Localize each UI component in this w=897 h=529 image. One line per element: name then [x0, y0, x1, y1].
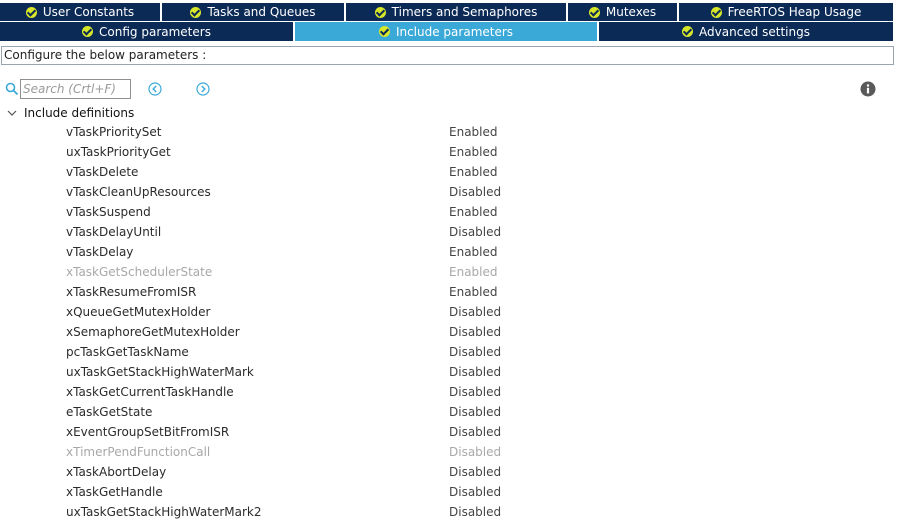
param-name: uxTaskGetStackHighWaterMark2 [66, 505, 262, 519]
param-row[interactable]: vTaskDelete Enabled [0, 163, 897, 183]
tab-mutexes[interactable]: Mutexes [568, 3, 677, 21]
tab-timers-and-semaphores[interactable]: Timers and Semaphores [346, 3, 566, 21]
param-row[interactable]: uxTaskPriorityGet Enabled [0, 143, 897, 163]
param-value[interactable]: Disabled [449, 425, 501, 439]
check-circle-icon [190, 6, 202, 18]
tab-tasks-and-queues[interactable]: Tasks and Queues [162, 3, 344, 21]
param-row[interactable]: xTimerPendFunctionCall Disabled [0, 443, 897, 463]
param-value[interactable]: Enabled [449, 265, 498, 279]
param-name: vTaskSuspend [66, 205, 151, 219]
param-name: xEventGroupSetBitFromISR [66, 425, 230, 439]
param-name: eTaskGetState [66, 405, 153, 419]
param-name: xQueueGetMutexHolder [66, 305, 211, 319]
tab-label: Include parameters [395, 24, 514, 39]
tab-config-parameters[interactable]: Config parameters [0, 22, 293, 41]
tab-include-parameters[interactable]: Include parameters [295, 22, 597, 41]
param-row[interactable]: xQueueGetMutexHolder Disabled [0, 303, 897, 323]
check-circle-icon [25, 6, 37, 18]
param-row[interactable]: xTaskResumeFromISR Enabled [0, 283, 897, 303]
param-value[interactable]: Disabled [449, 365, 501, 379]
param-value[interactable]: Enabled [449, 285, 498, 299]
tab-row-top: User Constants Tasks and Queues Timers and… [0, 3, 897, 21]
tab-row-bottom: Config parameters Include parameters Advan… [0, 22, 897, 41]
param-row[interactable]: vTaskDelay Enabled [0, 243, 897, 263]
param-row[interactable]: xSemaphoreGetMutexHolder Disabled [0, 323, 897, 343]
param-value[interactable]: Disabled [449, 305, 501, 319]
param-name: xTaskGetHandle [66, 485, 163, 499]
param-value[interactable]: Disabled [449, 225, 501, 239]
param-row[interactable]: eTaskGetState Disabled [0, 403, 897, 423]
chevron-down-icon[interactable] [6, 107, 18, 119]
param-value[interactable]: Disabled [449, 345, 501, 359]
param-row[interactable]: uxTaskGetStackHighWaterMark2 Disabled [0, 503, 897, 523]
param-value[interactable]: Disabled [449, 465, 501, 479]
param-value[interactable]: Enabled [449, 165, 498, 179]
param-value[interactable]: Disabled [449, 485, 501, 499]
param-name: vTaskDelete [66, 165, 139, 179]
check-circle-icon [82, 26, 94, 37]
circle-chevron-right-icon[interactable] [196, 82, 210, 96]
check-circle-icon [710, 6, 722, 18]
tab-user-constants[interactable]: User Constants [0, 3, 160, 21]
param-value[interactable]: Enabled [449, 205, 498, 219]
param-value[interactable]: Disabled [449, 445, 501, 459]
param-name: xTaskGetCurrentTaskHandle [66, 385, 234, 399]
check-circle-icon [374, 6, 386, 18]
param-name: uxTaskPriorityGet [66, 145, 171, 159]
tab-label: User Constants [42, 5, 135, 19]
group-label: Include definitions [24, 106, 135, 120]
tab-advanced-settings[interactable]: Advanced settings [599, 22, 893, 41]
check-circle-icon [378, 26, 390, 37]
param-row[interactable]: xTaskAbortDelay Disabled [0, 463, 897, 483]
tab-freertos-heap-usage[interactable]: FreeRTOS Heap Usage [679, 3, 893, 21]
check-circle-icon [588, 6, 600, 18]
param-row[interactable]: vTaskDelayUntil Disabled [0, 223, 897, 243]
param-row[interactable]: pcTaskGetTaskName Disabled [0, 343, 897, 363]
param-name: xTimerPendFunctionCall [66, 445, 211, 459]
param-name: xTaskAbortDelay [66, 465, 167, 479]
param-name: vTaskDelay [66, 245, 134, 259]
tab-label: Config parameters [99, 24, 211, 39]
param-name: vTaskPrioritySet [66, 125, 162, 139]
search-input[interactable] [20, 79, 131, 99]
param-name: vTaskDelayUntil [66, 225, 162, 239]
configure-header: Configure the below parameters : [1, 46, 894, 65]
group-include-definitions[interactable]: Include definitions [6, 104, 134, 122]
param-name: xSemaphoreGetMutexHolder [66, 325, 240, 339]
circle-chevron-left-icon[interactable] [148, 82, 162, 96]
param-row[interactable]: vTaskCleanUpResources Disabled [0, 183, 897, 203]
tab-label: Timers and Semaphores [391, 5, 538, 19]
parameter-list: vTaskPrioritySet Enabled uxTaskPriorityGet… [0, 123, 897, 523]
tab-label: FreeRTOS Heap Usage [727, 5, 862, 19]
param-row[interactable]: xTaskGetCurrentTaskHandle Disabled [0, 383, 897, 403]
param-name: xTaskResumeFromISR [66, 285, 197, 299]
param-value[interactable]: Enabled [449, 245, 498, 259]
param-row[interactable]: xEventGroupSetBitFromISR Disabled [0, 423, 897, 443]
tab-label: Mutexes [605, 5, 657, 19]
param-name: xTaskGetSchedulerState [66, 265, 213, 279]
param-name: uxTaskGetStackHighWaterMark [66, 365, 254, 379]
param-value[interactable]: Disabled [449, 325, 501, 339]
param-name: pcTaskGetTaskName [66, 345, 189, 359]
param-row[interactable]: vTaskPrioritySet Enabled [0, 123, 897, 143]
param-row[interactable]: xTaskGetHandle Disabled [0, 483, 897, 503]
tab-label: Advanced settings [699, 24, 810, 39]
param-row[interactable]: vTaskSuspend Enabled [0, 203, 897, 223]
param-value[interactable]: Disabled [449, 185, 501, 199]
param-row[interactable]: uxTaskGetStackHighWaterMark Disabled [0, 363, 897, 383]
info-icon[interactable] [860, 81, 876, 97]
param-row[interactable]: xTaskGetSchedulerState Enabled [0, 263, 897, 283]
param-value[interactable]: Disabled [449, 405, 501, 419]
param-value[interactable]: Enabled [449, 125, 498, 139]
param-value[interactable]: Disabled [449, 385, 501, 399]
search-icon[interactable] [5, 82, 19, 96]
tab-label: Tasks and Queues [207, 5, 316, 19]
check-circle-icon [682, 26, 694, 37]
param-name: vTaskCleanUpResources [66, 185, 211, 199]
param-value[interactable]: Enabled [449, 145, 498, 159]
param-value[interactable]: Disabled [449, 505, 501, 519]
